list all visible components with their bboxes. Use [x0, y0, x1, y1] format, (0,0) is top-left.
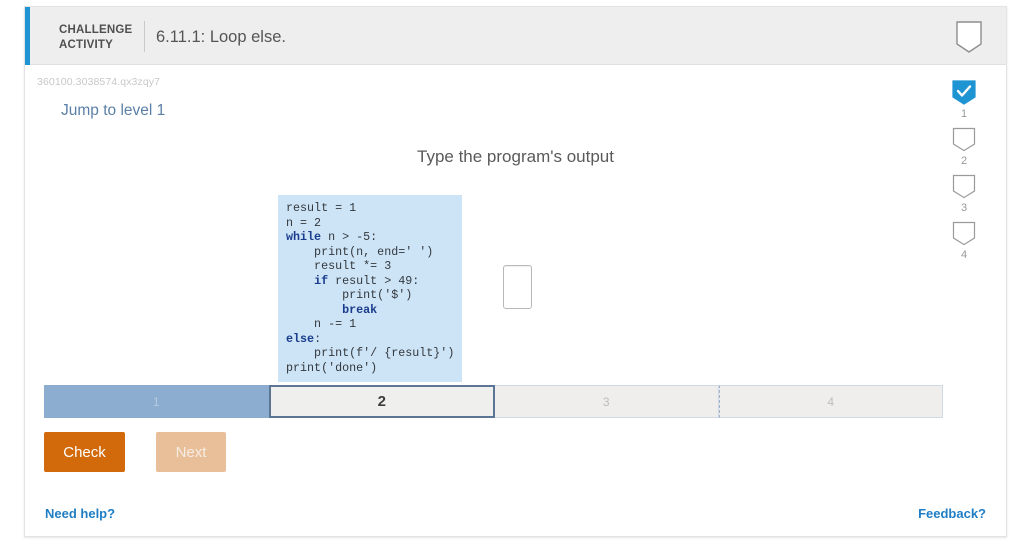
- jump-to-level-button[interactable]: Jump to level 1: [61, 102, 165, 120]
- progress-segment-label: 4: [827, 394, 835, 409]
- progress-bar: 1 2 3 4: [44, 385, 943, 418]
- need-help-link[interactable]: Need help?: [45, 506, 115, 521]
- progress-segment-1[interactable]: 1: [44, 385, 269, 418]
- keyword-break: break: [342, 302, 378, 317]
- progress-segment-3[interactable]: 3: [495, 385, 719, 418]
- next-button[interactable]: Next: [156, 432, 226, 472]
- check-button[interactable]: Check: [44, 432, 125, 472]
- keyword-else: else: [286, 331, 315, 346]
- progress-segment-label: 1: [152, 394, 160, 409]
- progress-segment-label: 2: [377, 393, 386, 410]
- progress-segment-2[interactable]: 2: [268, 385, 495, 418]
- challenge-activity-label: CHALLENGE ACTIVITY: [59, 24, 133, 51]
- header-accent-bar: [25, 7, 30, 65]
- rail-item-label: 3: [960, 202, 968, 214]
- activity-id-text: 360100.3038574.qx3zqy7: [37, 76, 161, 88]
- rail-item-3[interactable]: 3: [950, 174, 978, 214]
- rail-item-2[interactable]: 2: [950, 127, 978, 167]
- activity-title: 6.11.1: Loop else.: [156, 28, 286, 46]
- header-divider: [144, 21, 145, 52]
- progress-segment-4[interactable]: 4: [718, 385, 943, 418]
- progress-segment-label: 3: [602, 394, 610, 409]
- rail-item-label: 1: [960, 108, 968, 120]
- prompt-text: Type the program's output: [417, 147, 614, 166]
- rail-item-label: 2: [960, 155, 968, 167]
- code-text: result = 1 n = 2 while n > -5: print(n, …: [286, 201, 455, 376]
- code-block: result = 1 n = 2 while n > -5: print(n, …: [278, 195, 462, 382]
- badge-outline-icon: [952, 174, 976, 199]
- rail-item-4[interactable]: 4: [950, 221, 978, 261]
- badge-checked-icon: [952, 80, 976, 105]
- badge-outline-icon: [952, 127, 976, 152]
- badge-outline-icon: [952, 221, 976, 246]
- feedback-link[interactable]: Feedback?: [918, 506, 986, 521]
- keyword-if: if: [314, 273, 329, 288]
- activity-header: CHALLENGE ACTIVITY 6.11.1: Loop else.: [25, 7, 1006, 65]
- rail-item-1[interactable]: 1: [950, 80, 978, 120]
- badge-outline-icon[interactable]: [951, 19, 987, 55]
- answer-input[interactable]: [503, 265, 532, 309]
- rail-item-label: 4: [960, 249, 968, 261]
- question-rail: 1 2 3 4: [940, 80, 1002, 290]
- activity-card: CHALLENGE ACTIVITY 6.11.1: Loop else. 36…: [24, 6, 1007, 537]
- challenge-activity-page: CHALLENGE ACTIVITY 6.11.1: Loop else. 36…: [0, 0, 1031, 549]
- keyword-while: while: [286, 230, 322, 245]
